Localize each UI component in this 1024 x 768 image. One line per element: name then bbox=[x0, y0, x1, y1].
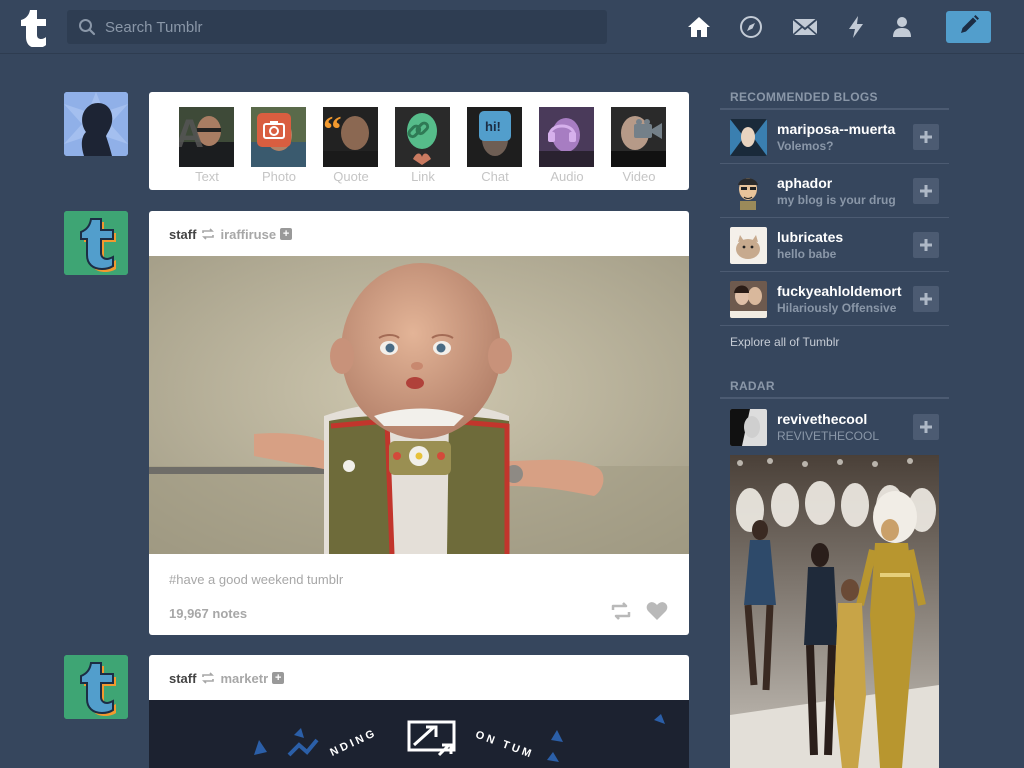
post-header: staff marketr + bbox=[169, 670, 285, 686]
search-input[interactable] bbox=[105, 10, 595, 44]
blog-avatar[interactable] bbox=[730, 227, 767, 264]
blog-name[interactable]: mariposa--muerta bbox=[777, 121, 910, 137]
post-type-label: Photo bbox=[262, 169, 296, 184]
blog-description: Volemos? bbox=[777, 139, 834, 153]
post-type-label: Chat bbox=[481, 169, 509, 184]
post-type-photo[interactable]: Photo bbox=[251, 107, 306, 184]
video-icon bbox=[631, 113, 665, 147]
follow-plus-icon[interactable]: + bbox=[280, 228, 293, 240]
post-card: staff marketr + NDING ON TUM bbox=[149, 655, 689, 768]
reblog-icon[interactable] bbox=[609, 599, 633, 623]
link-icon bbox=[401, 113, 435, 147]
staff-avatar[interactable] bbox=[64, 211, 128, 275]
post-type-label: Quote bbox=[333, 169, 369, 184]
post-source[interactable]: iraffiruse bbox=[220, 227, 276, 242]
compass-icon[interactable] bbox=[737, 13, 765, 41]
radar-image[interactable] bbox=[730, 455, 939, 768]
recommended-blog[interactable]: fuckyeahloldemort Hilariously Offensive bbox=[720, 272, 949, 326]
post-author[interactable]: staff bbox=[169, 227, 196, 242]
post-type-label: Video bbox=[622, 169, 656, 184]
follow-plus-icon[interactable]: + bbox=[272, 672, 285, 684]
follow-plus-icon[interactable] bbox=[913, 178, 939, 204]
blog-description: my blog is your drug bbox=[777, 193, 896, 207]
user-avatar[interactable] bbox=[64, 92, 128, 156]
recommended-blogs-title: RECOMMENDED BLOGS bbox=[730, 90, 878, 104]
post-type-label: Text bbox=[195, 169, 219, 184]
post-type-label: Audio bbox=[550, 169, 584, 184]
post-type-text[interactable]: A Text bbox=[179, 107, 234, 184]
svg-text:A: A bbox=[179, 112, 204, 156]
mail-icon[interactable] bbox=[791, 13, 819, 41]
recommended-blog[interactable]: mariposa--muerta Volemos? bbox=[720, 110, 949, 164]
radar-blog[interactable]: revivethecool REVIVETHECOOL bbox=[720, 400, 949, 454]
pencil-icon bbox=[958, 14, 980, 41]
chat-icon: hi! bbox=[479, 111, 511, 141]
quote-icon: “ bbox=[323, 109, 357, 143]
post-type-label: Link bbox=[411, 169, 435, 184]
post-type-bar: A Text Photo “ Quote Link hi! Chat Audio… bbox=[149, 92, 689, 190]
post-graphic[interactable]: NDING ON TUM bbox=[149, 700, 689, 768]
home-icon[interactable] bbox=[685, 13, 713, 41]
blog-avatar[interactable] bbox=[730, 409, 767, 446]
post-notes[interactable]: 19,967 notes bbox=[169, 606, 247, 621]
follow-plus-icon[interactable] bbox=[913, 414, 939, 440]
post-type-video[interactable]: Video bbox=[611, 107, 666, 184]
post-type-audio[interactable]: Audio bbox=[539, 107, 594, 184]
recommended-blog[interactable]: lubricates hello babe bbox=[720, 218, 949, 272]
blog-description: Hilariously Offensive bbox=[777, 301, 897, 315]
search-box[interactable] bbox=[67, 10, 607, 44]
radar-title: RADAR bbox=[730, 379, 775, 393]
blog-name[interactable]: aphador bbox=[777, 175, 910, 191]
staff-avatar[interactable] bbox=[64, 655, 128, 719]
post-type-link[interactable]: Link bbox=[395, 107, 450, 184]
camera-icon bbox=[257, 113, 291, 147]
tumblr-t-icon bbox=[64, 655, 128, 719]
post-type-chat[interactable]: hi! Chat bbox=[467, 107, 522, 184]
post-type-quote[interactable]: “ Quote bbox=[323, 107, 378, 184]
search-icon bbox=[78, 18, 96, 41]
post-tags[interactable]: #have a good weekend tumblr bbox=[169, 572, 343, 587]
follow-plus-icon[interactable] bbox=[913, 232, 939, 258]
tumblr-logo[interactable] bbox=[16, 7, 52, 48]
account-icon[interactable] bbox=[888, 13, 916, 41]
recommended-blog[interactable]: aphador my blog is your drug bbox=[720, 164, 949, 218]
reblog-small-icon bbox=[201, 228, 215, 240]
svg-text:hi!: hi! bbox=[485, 119, 501, 133]
lightning-icon[interactable] bbox=[842, 13, 870, 41]
explore-link[interactable]: Explore all of Tumblr bbox=[730, 335, 839, 349]
text-thumbnail: A bbox=[179, 107, 234, 167]
like-heart-icon[interactable] bbox=[645, 599, 669, 623]
follow-plus-icon[interactable] bbox=[913, 286, 939, 312]
post-author[interactable]: staff bbox=[169, 671, 196, 686]
post-source[interactable]: marketr bbox=[220, 671, 268, 686]
headphones-icon bbox=[545, 113, 579, 147]
compose-button[interactable] bbox=[946, 11, 991, 43]
blog-description: REVIVETHECOOL bbox=[777, 429, 880, 443]
post-header: staff iraffiruse + bbox=[169, 226, 293, 242]
svg-text:“: “ bbox=[323, 110, 342, 142]
blog-avatar[interactable] bbox=[730, 173, 767, 210]
post-card: staff iraffiruse + #have a good weekend … bbox=[149, 211, 689, 635]
tumblr-t-icon bbox=[64, 211, 128, 275]
blog-name[interactable]: fuckyeahloldemort bbox=[777, 283, 910, 299]
blog-avatar[interactable] bbox=[730, 119, 767, 156]
blog-avatar[interactable] bbox=[730, 281, 767, 318]
top-bar bbox=[0, 0, 1024, 54]
section-divider bbox=[720, 397, 949, 399]
reblog-small-icon bbox=[201, 672, 215, 684]
blog-name[interactable]: revivethecool bbox=[777, 411, 910, 427]
follow-plus-icon[interactable] bbox=[913, 124, 939, 150]
blog-description: hello babe bbox=[777, 247, 837, 261]
post-image[interactable] bbox=[149, 256, 689, 554]
blog-name[interactable]: lubricates bbox=[777, 229, 910, 245]
